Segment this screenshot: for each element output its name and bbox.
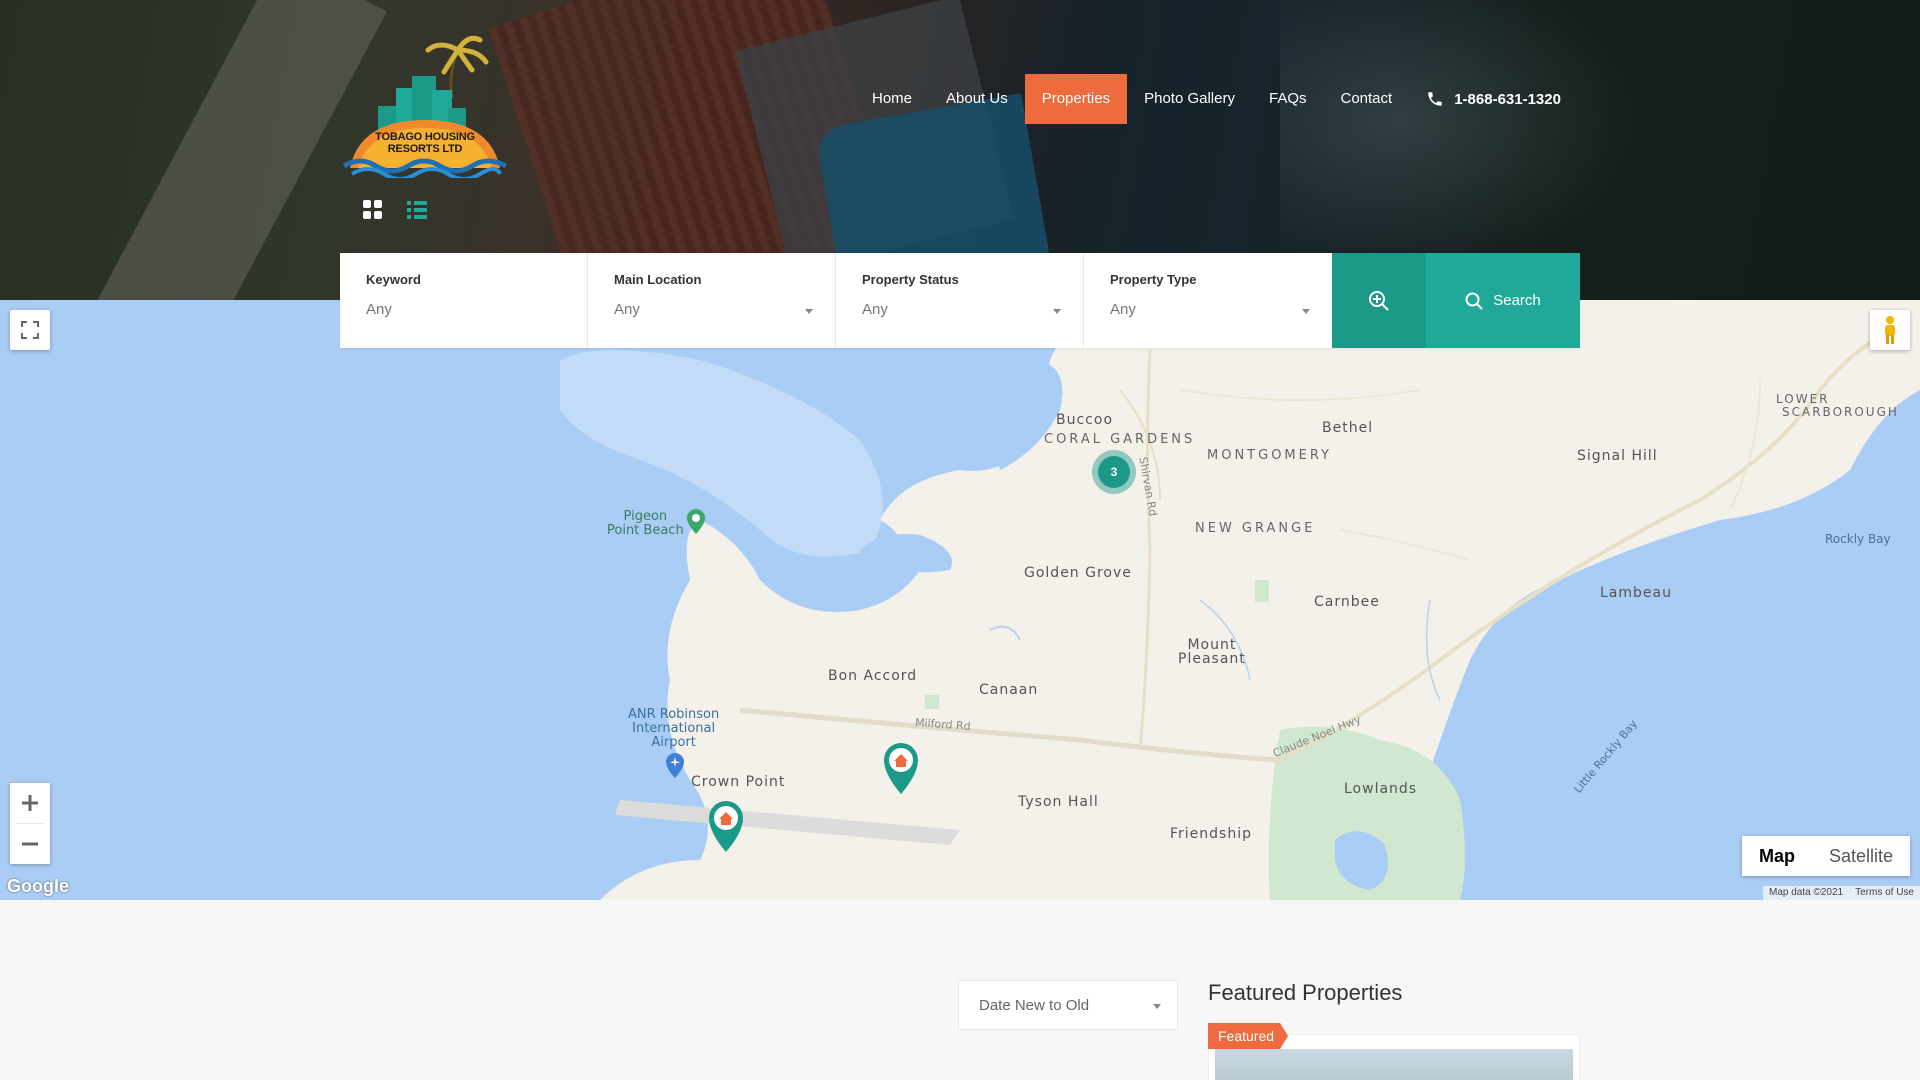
phone-link[interactable]: 1-868-631-1320 [1409, 90, 1561, 108]
zoom-control [10, 783, 50, 864]
minus-icon [22, 842, 38, 846]
property-search-bar: Keyword Main Location Any Property Statu… [340, 253, 1580, 348]
map-label-friendship: Friendship [1170, 826, 1252, 842]
map-label-airport-line2: International [632, 721, 716, 736]
nav-photo-gallery[interactable]: Photo Gallery [1127, 74, 1252, 124]
main-location-field[interactable]: Main Location Any [588, 253, 836, 348]
nav-faqs[interactable]: FAQs [1252, 74, 1324, 124]
logo-text-line2: RESORTS LTD [387, 143, 463, 155]
airport-pin-icon[interactable] [663, 752, 687, 780]
map-label-rockly-bay: Rockly Bay [1825, 532, 1891, 546]
beach-pin-icon[interactable] [684, 508, 708, 536]
property-status-field[interactable]: Property Status Any [836, 253, 1084, 348]
main-location-value: Any [614, 301, 640, 318]
map-label-mount-line1: Mount [1187, 637, 1237, 653]
keyword-input[interactable] [366, 301, 561, 318]
marker-cluster[interactable]: 3 [1092, 450, 1136, 494]
map-label-golden-grove: Golden Grove [1024, 565, 1132, 581]
property-type-label: Property Type [1110, 272, 1197, 287]
featured-property-image [1215, 1049, 1573, 1080]
keyword-field: Keyword [340, 253, 588, 348]
chevron-down-icon [805, 309, 813, 314]
map-label-pigeon-line2: Point Beach [607, 523, 684, 538]
pegman-icon [1885, 316, 1895, 344]
chevron-down-icon [1053, 309, 1061, 314]
grid-icon[interactable] [362, 199, 384, 221]
search-icon [1465, 292, 1483, 310]
street-view-button[interactable] [1870, 310, 1910, 350]
featured-properties-title: Featured Properties [1208, 980, 1403, 1005]
map-label-buccoo: Buccoo [1056, 412, 1114, 428]
map-label-new-grange: NEW GRANGE [1195, 521, 1316, 536]
phone-number: 1-868-631-1320 [1454, 90, 1561, 108]
search-button[interactable]: Search [1426, 253, 1580, 348]
map-label-scarborough: SCARBOROUGH [1782, 405, 1899, 419]
logo-text-line1: TOBAGO HOUSING [375, 131, 475, 143]
map-label-lower: LOWER [1776, 392, 1830, 406]
property-status-value: Any [862, 301, 888, 318]
map-label-mount-line2: Pleasant [1178, 651, 1246, 667]
map-data-label: Map data ©2021 [1769, 887, 1844, 898]
nav-contact[interactable]: Contact [1324, 74, 1410, 124]
map-label-bon-accord: Bon Accord [828, 668, 918, 684]
terms-link[interactable]: Terms of Use [1849, 886, 1920, 900]
property-map[interactable]: Buccoo CORAL GARDENS MONTGOMERY Bethel S… [0, 300, 1920, 900]
advanced-search-button[interactable] [1332, 253, 1426, 348]
map-label-signal-hill: Signal Hill [1577, 448, 1658, 464]
nav-home[interactable]: Home [855, 74, 929, 124]
zoom-out-button[interactable] [10, 824, 50, 864]
fullscreen-button[interactable] [10, 310, 50, 350]
map-label-mount-pleasant: Mount Pleasant [1178, 638, 1246, 666]
map-label-tyson-hall: Tyson Hall [1018, 794, 1099, 810]
list-icon[interactable] [406, 199, 428, 221]
map-label-crown-point: Crown Point [691, 774, 786, 790]
map-label-bethel: Bethel [1322, 420, 1374, 436]
map-label-coral-gardens: CORAL GARDENS [1044, 432, 1196, 447]
property-type-field[interactable]: Property Type Any [1084, 253, 1332, 348]
main-location-label: Main Location [614, 272, 702, 287]
chevron-down-icon [1153, 1004, 1161, 1009]
sort-value: Date New to Old [979, 996, 1090, 1014]
logo-text: TOBAGO HOUSING RESORTS LTD [368, 131, 482, 155]
property-marker-icon[interactable] [705, 798, 747, 854]
view-toggle [362, 199, 428, 221]
keyword-label: Keyword [366, 272, 421, 287]
featured-badge: Featured [1208, 1023, 1289, 1049]
google-logo: Google [7, 876, 69, 896]
main-nav: Home About Us Properties Photo Gallery F… [855, 74, 1561, 124]
logo-graphic [342, 35, 508, 181]
map-label-canaan: Canaan [979, 682, 1039, 698]
cluster-count: 3 [1098, 456, 1130, 488]
map-label-montgomery: MONTGOMERY [1207, 448, 1332, 463]
map-label-lowlands: Lowlands [1344, 781, 1418, 797]
fullscreen-icon [21, 321, 39, 339]
zoom-in-button[interactable] [10, 783, 50, 823]
plus-icon [22, 795, 38, 811]
property-type-value: Any [1110, 301, 1136, 318]
map-label-airport-line3: Airport [651, 735, 696, 750]
map-label-airport: ANR Robinson International Airport [628, 708, 719, 750]
site-logo[interactable]: TOBAGO HOUSING RESORTS LTD [340, 28, 510, 181]
map-label-lambeau: Lambeau [1600, 585, 1672, 601]
map-label-pigeon-line1: Pigeon [623, 509, 668, 524]
map-attribution: Map data ©2021 Terms of Use [1763, 886, 1920, 900]
map-type-map-button[interactable]: Map [1742, 836, 1812, 876]
property-marker-icon[interactable] [880, 740, 922, 796]
zoom-in-icon [1369, 290, 1389, 311]
sort-select[interactable]: Date New to Old [958, 980, 1178, 1030]
phone-icon [1428, 92, 1442, 106]
chevron-down-icon [1302, 309, 1310, 314]
map-type-satellite-button[interactable]: Satellite [1812, 836, 1911, 876]
nav-properties[interactable]: Properties [1024, 74, 1128, 124]
map-label-pigeon-point: Pigeon Point Beach [607, 510, 684, 538]
search-button-label: Search [1493, 292, 1541, 309]
map-label-carnbee: Carnbee [1314, 594, 1380, 610]
map-label-airport-line1: ANR Robinson [628, 707, 720, 722]
property-status-label: Property Status [862, 272, 959, 287]
map-type-control: Map Satellite [1742, 836, 1911, 876]
nav-about-us[interactable]: About Us [929, 74, 1025, 124]
